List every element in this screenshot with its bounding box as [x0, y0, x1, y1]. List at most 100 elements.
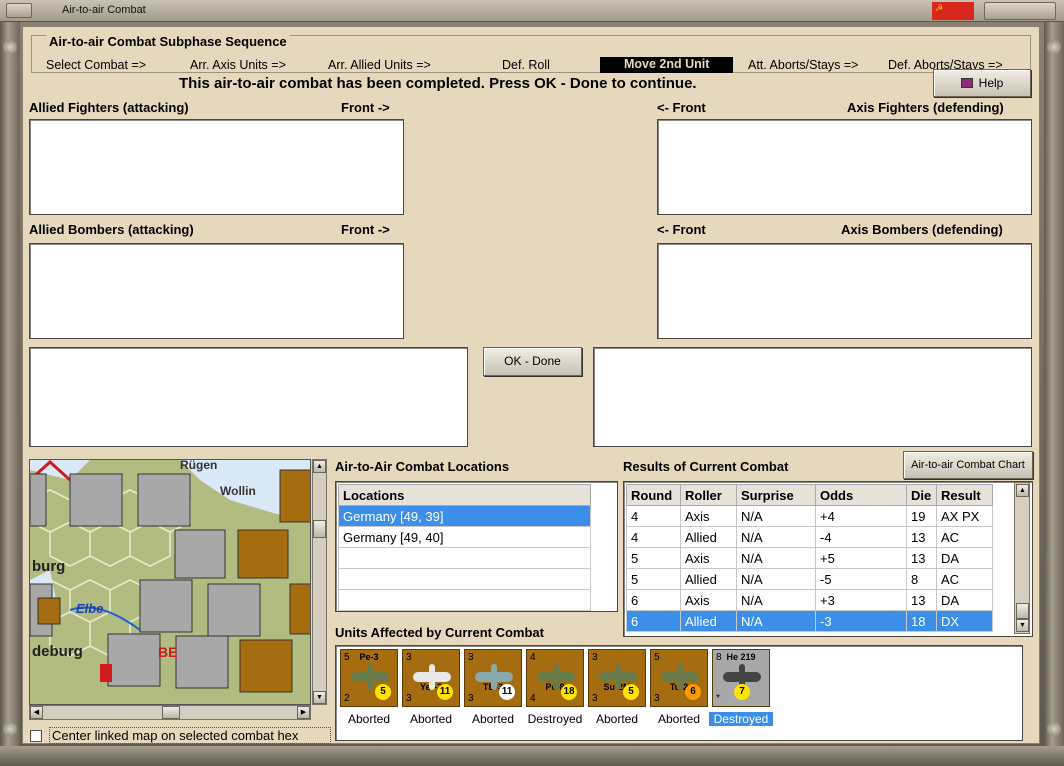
col-die: Die [906, 484, 937, 506]
axis-bombers-label: Axis Bombers (defending) [841, 222, 1003, 237]
unit-status: Aborted [595, 712, 639, 726]
right-rail [1044, 22, 1064, 766]
map-canvas [30, 460, 310, 704]
result-row[interactable]: 6 Allied N/A -3 18 DX [626, 610, 993, 632]
allied-bombers-box[interactable] [29, 243, 404, 339]
unit-counter[interactable]: Pe-3 52 5 [340, 649, 398, 707]
allied-bombers-label: Allied Bombers (attacking) [29, 222, 194, 237]
map-label-burg: burg [32, 558, 66, 575]
map-horizontal-scrollbar[interactable]: ◀ ▶ [29, 705, 311, 720]
axis-fighters-box[interactable] [657, 119, 1032, 215]
allied-info-box [29, 347, 468, 447]
front-label: <- Front [657, 100, 706, 115]
results-title: Results of Current Combat [623, 459, 789, 474]
scroll-left-icon[interactable]: ◀ [30, 706, 43, 719]
unit-counter[interactable]: Su-2M 33 5 [588, 649, 646, 707]
axis-info-box [593, 347, 1032, 447]
rivet-icon [1047, 40, 1061, 54]
front-label: Front -> [341, 222, 390, 237]
step-arr-axis: Arr. Axis Units => [190, 58, 286, 72]
unit-status: Aborted [409, 712, 453, 726]
scroll-right-icon[interactable]: ▶ [297, 706, 310, 719]
locations-title: Air-to-Air Combat Locations [335, 459, 510, 474]
step-select-combat: Select Combat => [46, 58, 147, 72]
result-row[interactable]: 5 Allied N/A -5 8 AC [626, 568, 993, 590]
scroll-thumb[interactable] [1016, 603, 1029, 619]
unit-counter[interactable]: He 219 8 * 7 [712, 649, 770, 707]
locations-header: Locations [338, 484, 591, 506]
rivet-icon [1047, 722, 1061, 736]
result-row[interactable]: 5 Axis N/A +5 13 DA [626, 547, 993, 569]
location-row[interactable] [338, 589, 591, 611]
unit-status: Destroyed [709, 712, 773, 726]
close-button[interactable] [984, 2, 1056, 20]
front-label: Front -> [341, 100, 390, 115]
result-row[interactable]: 4 Allied N/A -4 13 AC [626, 526, 993, 548]
result-row[interactable]: 6 Axis N/A +3 13 DA [626, 589, 993, 611]
axis-bombers-box[interactable] [657, 243, 1032, 339]
title-bar: Air-to-air Combat ☭ [0, 0, 1064, 22]
front-label: <- Front [657, 222, 706, 237]
window-title: Air-to-air Combat [62, 4, 146, 16]
col-round: Round [626, 484, 681, 506]
system-menu-button[interactable] [6, 3, 32, 18]
unit-counter[interactable]: Pe-8 44 18 [526, 649, 584, 707]
map-label-deburg: deburg [32, 643, 83, 660]
axis-fighters-label: Axis Fighters (defending) [847, 100, 1004, 115]
unit-status: Aborted [347, 712, 391, 726]
location-row[interactable] [338, 547, 591, 569]
col-result: Result [936, 484, 993, 506]
air-combat-chart-button[interactable]: Air-to-air Combat Chart [903, 451, 1033, 479]
scroll-up-icon[interactable]: ▲ [313, 460, 326, 473]
status-message: This air-to-air combat has been complete… [179, 75, 697, 92]
result-row[interactable]: 4 Axis N/A +4 19 AX PX [626, 505, 993, 527]
unit-counter[interactable]: Tu-2 53 6 [650, 649, 708, 707]
linked-map[interactable]: Rügen Wollin burg Elbe deburg BE [29, 459, 311, 705]
map-label-elbe: Elbe [76, 601, 104, 616]
allied-fighters-label: Allied Fighters (attacking) [29, 100, 189, 115]
left-rail [0, 22, 20, 766]
help-label: Help [978, 76, 1004, 90]
col-surprise: Surprise [736, 484, 816, 506]
location-row[interactable] [338, 568, 591, 590]
results-scrollbar[interactable]: ▲ ▼ [1014, 482, 1030, 634]
unit-counter[interactable]: Yer-2 33 11 [402, 649, 460, 707]
location-row[interactable]: Germany [49, 39] [338, 505, 591, 527]
map-label-berlin: BE [158, 644, 178, 660]
unit-counter[interactable]: TB-3 33 11 [464, 649, 522, 707]
col-roller: Roller [680, 484, 737, 506]
map-vertical-scrollbar[interactable]: ▲ ▼ [312, 459, 327, 705]
locations-list[interactable]: Locations Germany [49, 39] Germany [49, … [335, 481, 618, 612]
map-label-wollin: Wollin [220, 484, 256, 498]
sequence-title: Air-to-air Combat Subphase Sequence [46, 34, 290, 49]
scroll-thumb[interactable] [162, 706, 180, 719]
scroll-thumb[interactable] [313, 520, 326, 538]
unit-status: Aborted [657, 712, 701, 726]
scroll-down-icon[interactable]: ▼ [313, 691, 326, 704]
soviet-flag-icon: ☭ [932, 2, 974, 20]
rivet-icon [3, 40, 17, 54]
unit-status: Destroyed [527, 712, 583, 726]
step-move-2nd-unit: Move 2nd Unit [600, 57, 734, 73]
center-linked-checkbox[interactable] [30, 730, 42, 742]
step-arr-allied: Arr. Allied Units => [328, 58, 431, 72]
unit-status: Aborted [471, 712, 515, 726]
sequence-box: Air-to-air Combat Subphase Sequence Sele… [31, 34, 1031, 73]
center-linked-label[interactable]: Center linked map on selected combat hex [49, 727, 331, 744]
units-box: Pe-3 52 5 Aborted Yer-2 33 11 Aborted TB… [335, 645, 1023, 741]
bottom-bar [0, 746, 1064, 766]
scroll-down-icon[interactable]: ▼ [1016, 619, 1029, 632]
location-row[interactable]: Germany [49, 40] [338, 526, 591, 548]
rivet-icon [3, 722, 17, 736]
allied-fighters-box[interactable] [29, 119, 404, 215]
map-label-rugen: Rügen [180, 459, 218, 472]
col-odds: Odds [815, 484, 907, 506]
main-panel: Air-to-air Combat Subphase Sequence Sele… [22, 26, 1040, 744]
step-att-aborts: Att. Aborts/Stays => [748, 58, 859, 72]
step-def-roll: Def. Roll [502, 58, 550, 72]
results-table-box: Round Roller Surprise Odds Die Result 4A… [623, 481, 1033, 637]
help-button[interactable]: Help [933, 69, 1031, 97]
units-title: Units Affected by Current Combat [335, 625, 544, 640]
ok-done-button[interactable]: OK - Done [483, 347, 582, 376]
scroll-up-icon[interactable]: ▲ [1016, 484, 1029, 497]
